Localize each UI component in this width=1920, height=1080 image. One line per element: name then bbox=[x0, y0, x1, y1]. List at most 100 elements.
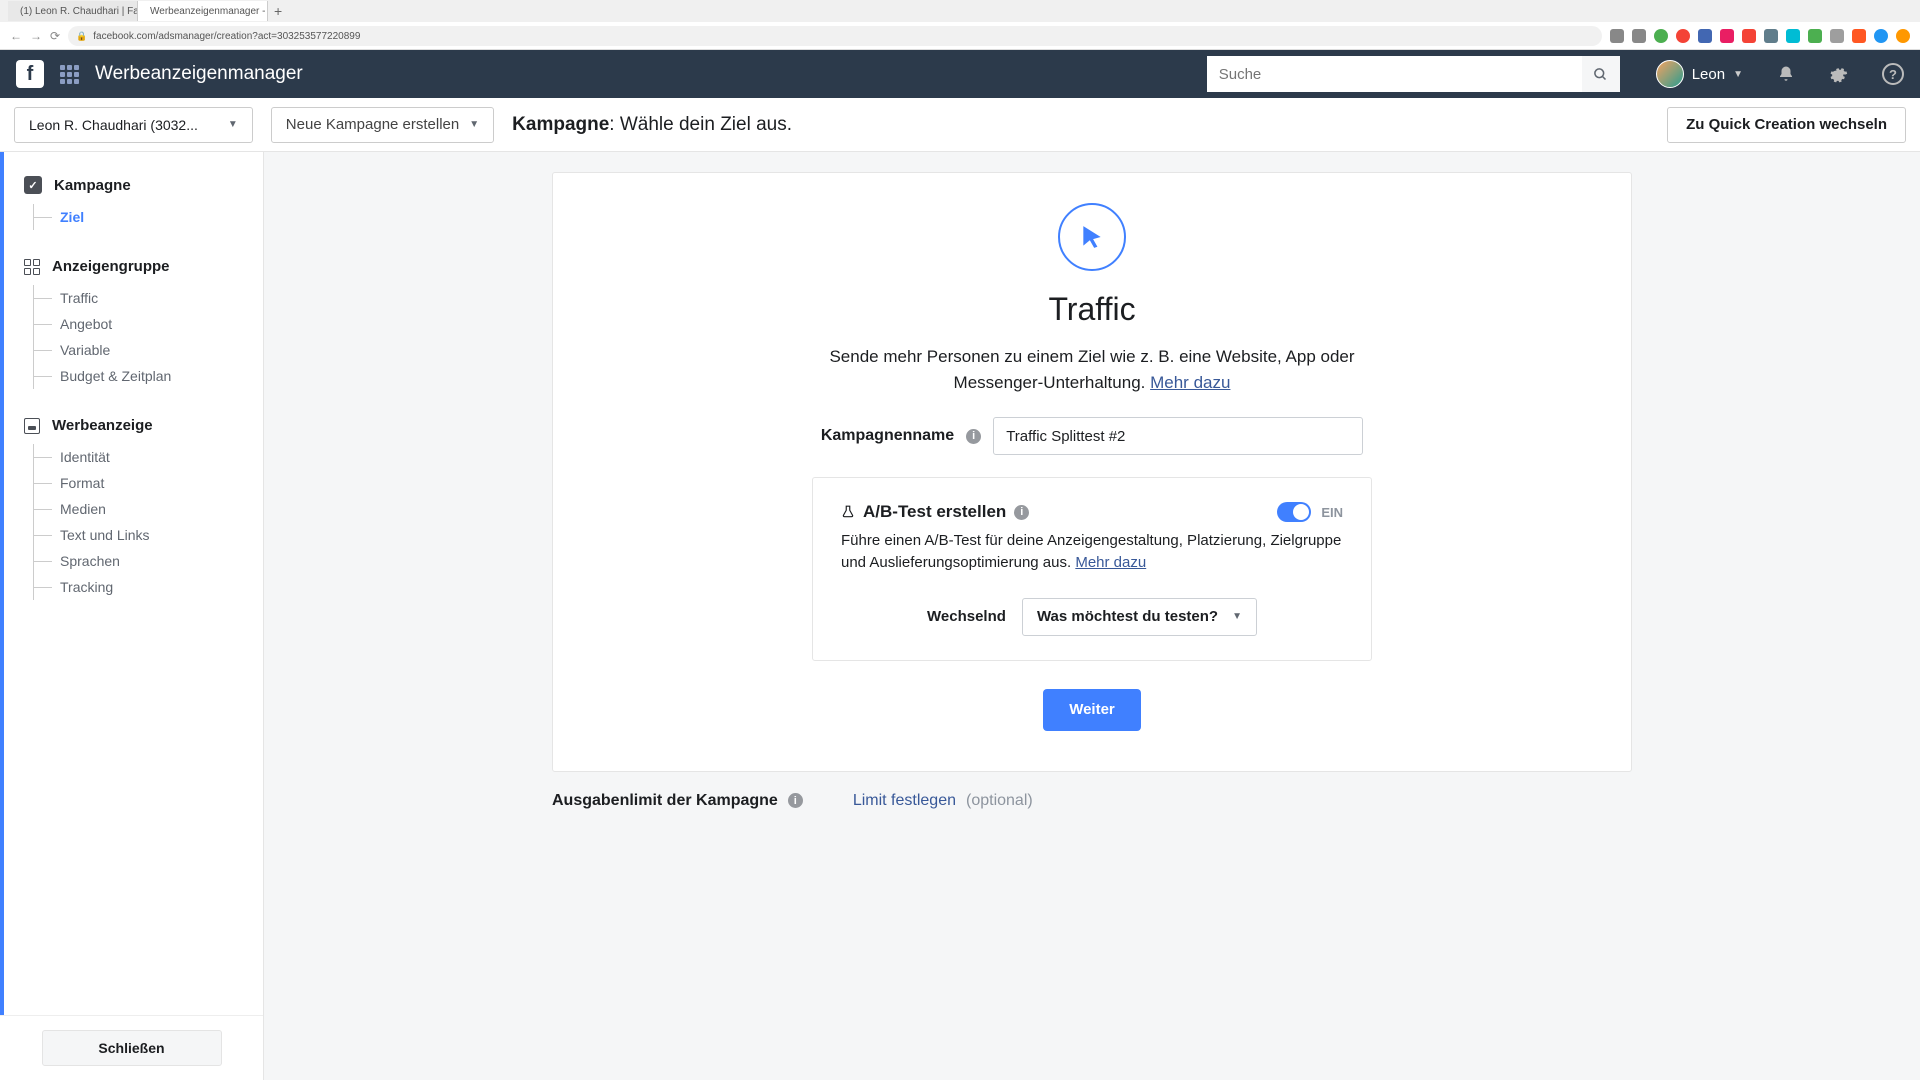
checkbox-icon: ✓ bbox=[24, 176, 42, 194]
campaign-name-label: Kampagnenname bbox=[821, 427, 954, 445]
extension-icon[interactable] bbox=[1654, 29, 1668, 43]
avatar bbox=[1656, 60, 1684, 88]
sidebar-item-variable[interactable]: Variable bbox=[34, 337, 243, 363]
extension-icon[interactable] bbox=[1896, 29, 1910, 43]
info-icon[interactable]: i bbox=[966, 429, 981, 444]
traffic-icon bbox=[1058, 203, 1126, 271]
sidebar-item-angebot[interactable]: Angebot bbox=[34, 311, 243, 337]
quick-creation-button[interactable]: Zu Quick Creation wechseln bbox=[1667, 107, 1906, 143]
sidebar-item-ziel[interactable]: Ziel bbox=[34, 204, 243, 230]
sidebar-section-adset: Anzeigengruppe Traffic Angebot Variable … bbox=[4, 258, 263, 389]
extension-icon[interactable] bbox=[1852, 29, 1866, 43]
facebook-logo-icon[interactable]: f bbox=[16, 60, 44, 88]
set-limit-link[interactable]: Limit festlegen bbox=[853, 792, 956, 810]
sidebar-item-text-links[interactable]: Text und Links bbox=[34, 522, 243, 548]
extension-icon[interactable] bbox=[1742, 29, 1756, 43]
tab-title: (1) Leon R. Chaudhari | Faceb bbox=[20, 6, 138, 17]
sub-header: Leon R. Chaudhari (3032... ▼ Neue Kampag… bbox=[0, 98, 1920, 152]
toggle-state-label: EIN bbox=[1321, 505, 1343, 520]
sidebar-heading-label: Anzeigengruppe bbox=[52, 258, 170, 275]
hero-title: Traffic bbox=[593, 291, 1591, 328]
page-title: Kampagne: Wähle dein Ziel aus. bbox=[512, 114, 792, 136]
search-wrap bbox=[1207, 56, 1620, 92]
info-icon[interactable]: i bbox=[788, 793, 803, 808]
campaign-card: Traffic Sende mehr Personen zu einem Zie… bbox=[552, 172, 1632, 772]
sidebar-heading-label: Werbeanzeige bbox=[52, 417, 153, 434]
extension-icon[interactable] bbox=[1874, 29, 1888, 43]
sidebar-item-budget[interactable]: Budget & Zeitplan bbox=[34, 363, 243, 389]
sidebar-item-medien[interactable]: Medien bbox=[34, 496, 243, 522]
hero-description: Sende mehr Personen zu einem Ziel wie z.… bbox=[812, 344, 1372, 395]
sidebar-item-sprachen[interactable]: Sprachen bbox=[34, 548, 243, 574]
sidebar-heading-label: Kampagne bbox=[54, 177, 131, 194]
new-campaign-label: Neue Kampagne erstellen bbox=[286, 116, 459, 133]
flask-icon bbox=[841, 504, 855, 520]
sidebar: ✓ Kampagne Ziel Anzeigengruppe Traffic A… bbox=[0, 152, 264, 1080]
forward-icon[interactable]: → bbox=[30, 29, 42, 43]
top-nav: f Werbeanzeigenmanager Leon ▼ ? bbox=[0, 50, 1920, 98]
extension-icon[interactable] bbox=[1632, 29, 1646, 43]
extension-icon[interactable] bbox=[1764, 29, 1778, 43]
url-text: facebook.com/adsmanager/creation?act=303… bbox=[93, 31, 360, 42]
extension-icon[interactable] bbox=[1698, 29, 1712, 43]
user-menu[interactable]: Leon ▼ bbox=[1656, 60, 1743, 88]
layout: ✓ Kampagne Ziel Anzeigengruppe Traffic A… bbox=[0, 152, 1920, 1080]
extension-icon[interactable] bbox=[1830, 29, 1844, 43]
ab-variable-label: Wechselnd bbox=[927, 608, 1006, 625]
app-title: Werbeanzeigenmanager bbox=[95, 63, 303, 85]
url-input[interactable]: 🔒 facebook.com/adsmanager/creation?act=3… bbox=[68, 26, 1602, 46]
help-icon[interactable]: ? bbox=[1882, 63, 1904, 85]
search-icon bbox=[1593, 67, 1608, 82]
extension-icon[interactable] bbox=[1676, 29, 1690, 43]
reload-icon[interactable]: ⟳ bbox=[50, 29, 60, 43]
sidebar-item-format[interactable]: Format bbox=[34, 470, 243, 496]
close-button[interactable]: Schließen bbox=[42, 1030, 222, 1066]
apps-grid-icon[interactable] bbox=[60, 65, 79, 84]
back-icon[interactable]: ← bbox=[10, 29, 22, 43]
sidebar-item-identitaet[interactable]: Identität bbox=[34, 444, 243, 470]
sidebar-item-traffic[interactable]: Traffic bbox=[34, 285, 243, 311]
chevron-down-icon: ▼ bbox=[469, 119, 479, 130]
chevron-down-icon: ▼ bbox=[1232, 611, 1242, 622]
learn-more-link[interactable]: Mehr dazu bbox=[1075, 554, 1146, 571]
ab-select-value: Was möchtest du testen? bbox=[1037, 608, 1218, 625]
ab-test-description: Führe einen A/B-Test für deine Anzeigeng… bbox=[841, 530, 1343, 574]
gear-icon[interactable] bbox=[1829, 65, 1848, 84]
browser-chrome: (1) Leon R. Chaudhari | Faceb × Werbeanz… bbox=[0, 0, 1920, 50]
browser-tab[interactable]: (1) Leon R. Chaudhari | Faceb × bbox=[8, 1, 138, 21]
extension-icon[interactable] bbox=[1808, 29, 1822, 43]
extension-icons bbox=[1610, 29, 1910, 43]
sidebar-item-tracking[interactable]: Tracking bbox=[34, 574, 243, 600]
main-content: Traffic Sende mehr Personen zu einem Zie… bbox=[264, 152, 1920, 1080]
tab-bar: (1) Leon R. Chaudhari | Faceb × Werbeanz… bbox=[0, 0, 1920, 22]
search-button[interactable] bbox=[1582, 56, 1620, 92]
extension-icon[interactable] bbox=[1720, 29, 1734, 43]
sidebar-heading[interactable]: Werbeanzeige bbox=[24, 417, 243, 434]
ab-test-box: A/B-Test erstellen i EIN Führe einen A/B… bbox=[812, 477, 1372, 661]
campaign-name-row: Kampagnenname i bbox=[593, 417, 1591, 455]
sidebar-heading[interactable]: Anzeigengruppe bbox=[24, 258, 243, 275]
optional-label: (optional) bbox=[966, 792, 1033, 810]
browser-tab[interactable]: Werbeanzeigenmanager - Cre × bbox=[138, 1, 268, 21]
ab-test-toggle[interactable] bbox=[1277, 502, 1311, 522]
extension-icon[interactable] bbox=[1786, 29, 1800, 43]
bell-icon[interactable] bbox=[1777, 65, 1795, 83]
ab-variable-select[interactable]: Was möchtest du testen? ▼ bbox=[1022, 598, 1257, 636]
search-input[interactable] bbox=[1207, 56, 1582, 92]
account-dropdown[interactable]: Leon R. Chaudhari (3032... ▼ bbox=[14, 107, 253, 143]
info-icon[interactable]: i bbox=[1014, 505, 1029, 520]
account-name: Leon R. Chaudhari (3032... bbox=[29, 117, 198, 133]
extension-icon[interactable] bbox=[1610, 29, 1624, 43]
campaign-name-input[interactable] bbox=[993, 417, 1363, 455]
chevron-down-icon: ▼ bbox=[1733, 69, 1743, 80]
user-name: Leon bbox=[1692, 66, 1725, 83]
lock-icon: 🔒 bbox=[76, 31, 87, 42]
address-bar-row: ← → ⟳ 🔒 facebook.com/adsmanager/creation… bbox=[0, 22, 1920, 50]
ab-test-title: A/B-Test erstellen bbox=[863, 502, 1006, 522]
new-tab-button[interactable]: + bbox=[268, 3, 288, 19]
sidebar-heading[interactable]: ✓ Kampagne bbox=[24, 176, 243, 194]
sidebar-section-campaign: ✓ Kampagne Ziel bbox=[4, 176, 263, 230]
continue-button[interactable]: Weiter bbox=[1043, 689, 1141, 731]
learn-more-link[interactable]: Mehr dazu bbox=[1150, 373, 1230, 392]
new-campaign-dropdown[interactable]: Neue Kampagne erstellen ▼ bbox=[271, 107, 494, 143]
